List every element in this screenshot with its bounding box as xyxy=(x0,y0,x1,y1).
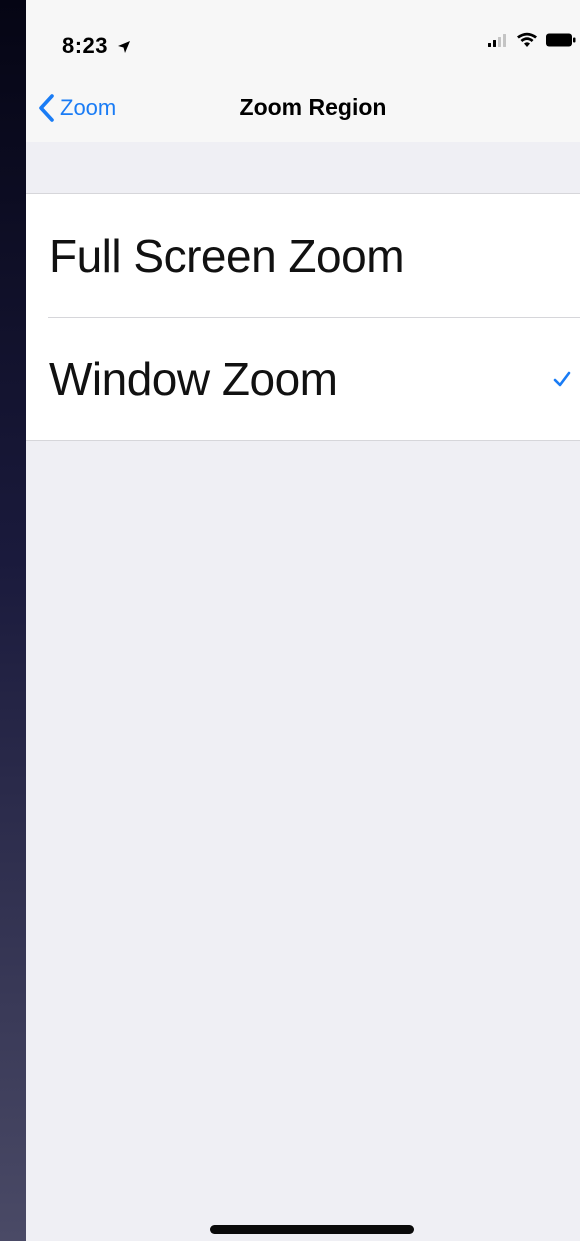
status-bar: 8:23 xyxy=(26,0,580,78)
zoom-region-options: Full Screen Zoom Window Zoom xyxy=(26,193,580,441)
home-indicator[interactable] xyxy=(210,1225,414,1234)
option-window-zoom[interactable]: Window Zoom xyxy=(26,317,580,440)
chevron-left-icon xyxy=(39,94,54,122)
status-time-text: 8:23 xyxy=(62,33,109,58)
wifi-icon xyxy=(517,32,537,47)
option-label: Window Zoom xyxy=(49,352,338,405)
back-button-label: Zoom xyxy=(60,95,117,120)
location-arrow-icon xyxy=(117,41,130,53)
cellular-signal-icon xyxy=(488,34,506,47)
navigation-bar: Zoom Region Zoom xyxy=(26,78,580,142)
option-label: Full Screen Zoom xyxy=(49,229,405,282)
option-full-screen-zoom[interactable]: Full Screen Zoom xyxy=(26,194,580,317)
checkmark-icon xyxy=(553,371,571,386)
back-button[interactable]: Zoom xyxy=(38,90,116,126)
battery-icon xyxy=(546,33,576,47)
status-indicators xyxy=(488,32,576,48)
status-time: 8:23 xyxy=(62,33,131,59)
phone-screen: 8:23 Zoom Region Zoom Full Screen Zoom W… xyxy=(26,0,580,1241)
